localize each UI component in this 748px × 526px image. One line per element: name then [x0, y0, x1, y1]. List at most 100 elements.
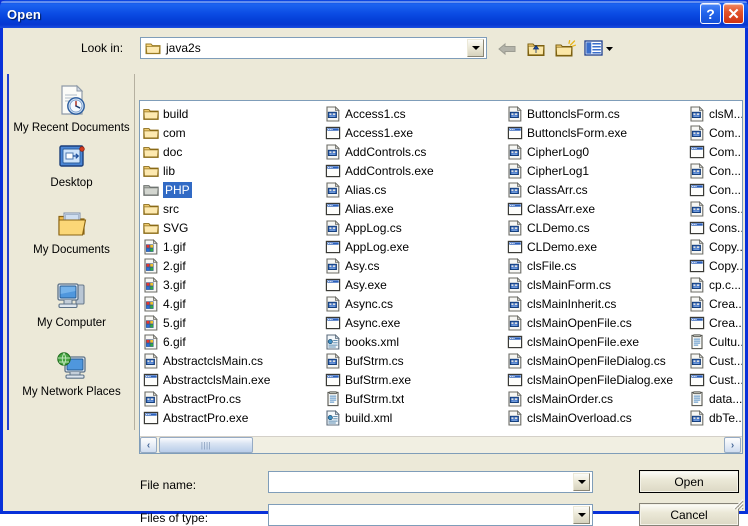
file-list-item[interactable]: Com... — [686, 142, 742, 161]
file-list-item[interactable]: ButtonclsForm.exe — [504, 123, 686, 142]
file-list-item[interactable]: Access1.cs — [322, 104, 504, 123]
file-list-item[interactable]: Crea... — [686, 294, 742, 313]
file-list-item-label: Com... — [709, 125, 743, 140]
file-list-item[interactable]: ClassArr.exe — [504, 199, 686, 218]
filetype-combobox[interactable] — [268, 504, 593, 526]
file-list-item[interactable]: build.xml — [322, 408, 504, 427]
horizontal-scrollbar[interactable]: ‹ |||| › — [140, 436, 742, 453]
file-list-item[interactable]: clsMainOpenFileDialog.cs — [504, 351, 686, 370]
file-list-item[interactable]: Copy... — [686, 237, 742, 256]
file-list-item[interactable]: clsMainOpenFile.exe — [504, 332, 686, 351]
file-list-item[interactable]: 4.gif — [140, 294, 322, 313]
file-list-item[interactable]: Asy.exe — [322, 275, 504, 294]
file-list-item[interactable]: com — [140, 123, 322, 142]
file-list-item[interactable]: Copy... — [686, 256, 742, 275]
new-folder-icon[interactable] — [553, 37, 577, 60]
filename-combobox[interactable] — [268, 471, 593, 493]
file-list-item[interactable]: AddControls.exe — [322, 161, 504, 180]
file-list-item[interactable]: clsMainOrder.cs — [504, 389, 686, 408]
file-list-item[interactable]: 2.gif — [140, 256, 322, 275]
file-list-item[interactable]: Crea... — [686, 313, 742, 332]
file-list-item[interactable]: AbstractclsMain.cs — [140, 351, 322, 370]
file-list-item[interactable]: AppLog.exe — [322, 237, 504, 256]
file-list-item[interactable]: build — [140, 104, 322, 123]
sidebar-item-my-documents[interactable]: My Documents — [9, 204, 134, 257]
cancel-button[interactable]: Cancel — [639, 503, 739, 526]
file-list-item[interactable]: Access1.exe — [322, 123, 504, 142]
scroll-right-icon[interactable]: › — [724, 437, 741, 453]
file-list-item[interactable]: 5.gif — [140, 313, 322, 332]
file-list-item-label: clsMainInherit.cs — [527, 296, 617, 311]
file-list-item[interactable]: Async.cs — [322, 294, 504, 313]
file-list-item[interactable]: Cons... — [686, 218, 742, 237]
file-list-item-label: data... — [709, 391, 743, 406]
file-list-item[interactable]: ClassArr.cs — [504, 180, 686, 199]
open-button[interactable]: Open — [639, 470, 739, 493]
close-icon[interactable]: ✕ — [723, 3, 744, 24]
file-list-item[interactable]: BufStrm.exe — [322, 370, 504, 389]
sidebar-item-desktop[interactable]: Desktop — [9, 137, 134, 190]
file-list-item[interactable]: Cons... — [686, 199, 742, 218]
file-list-item[interactable]: AbstractPro.exe — [140, 408, 322, 427]
file-list-item[interactable]: doc — [140, 142, 322, 161]
scrollbar-thumb[interactable]: |||| — [159, 437, 253, 453]
file-list-item[interactable]: Alias.cs — [322, 180, 504, 199]
file-list-item[interactable]: AbstractclsMain.exe — [140, 370, 322, 389]
lookin-combobox[interactable]: java2s — [140, 37, 487, 59]
help-icon[interactable]: ? — [700, 3, 721, 24]
file-list-item[interactable]: Con... — [686, 180, 742, 199]
file-list-item[interactable]: AddControls.cs — [322, 142, 504, 161]
file-list-item[interactable]: SVG — [140, 218, 322, 237]
file-list-item[interactable]: PHP — [140, 180, 322, 199]
file-list-item[interactable]: Com... — [686, 123, 743, 142]
file-list-item[interactable]: CipherLog1 — [504, 161, 686, 180]
file-list-item[interactable]: cp.c... — [686, 275, 742, 294]
file-list-item[interactable]: clsMainOpenFileDialog.exe — [504, 370, 686, 389]
views-icon[interactable] — [582, 37, 616, 60]
file-list-item[interactable]: lib — [140, 161, 322, 180]
file-list-item[interactable]: Cust... — [686, 370, 742, 389]
file-list-item[interactable]: src — [140, 199, 322, 218]
cs-icon — [507, 390, 523, 407]
file-list-item[interactable]: clsM... — [686, 104, 742, 123]
file-list-item[interactable]: clsMainOpenFile.cs — [504, 313, 686, 332]
chevron-down-icon[interactable] — [467, 39, 484, 57]
file-list-item[interactable]: 3.gif — [140, 275, 322, 294]
up-one-level-icon[interactable] — [524, 37, 548, 60]
file-list-item[interactable]: ButtonclsForm.cs — [504, 104, 686, 123]
file-list-item[interactable]: clsMainInherit.cs — [504, 294, 686, 313]
file-list-item[interactable]: CLDemo.exe — [504, 237, 686, 256]
file-list-item[interactable]: data... — [686, 389, 743, 408]
titlebar[interactable]: Open ? ✕ — [0, 0, 748, 28]
sidebar-item-my-recent-documents[interactable]: My Recent Documents — [9, 78, 134, 135]
sidebar-item-my-network-places[interactable]: My Network Places — [9, 346, 134, 399]
file-list-item[interactable]: clsFile.cs — [504, 256, 686, 275]
file-list-view[interactable]: build com doc lib PHP src SVG 1.gif 2.gi… — [139, 100, 743, 454]
file-list-item[interactable]: Con... — [686, 161, 742, 180]
file-list-item[interactable]: BufStrm.cs — [322, 351, 504, 370]
file-list-item[interactable]: Cultu... — [686, 332, 742, 351]
file-list-item[interactable]: Alias.exe — [322, 199, 504, 218]
resize-grip[interactable] — [731, 497, 744, 510]
file-list-item[interactable]: 6.gif — [140, 332, 322, 351]
file-list-item[interactable]: CLDemo.cs — [504, 218, 686, 237]
file-list-item-label: AbstractPro.exe — [163, 410, 249, 425]
file-list-item[interactable]: CipherLog0 — [504, 142, 686, 161]
file-list-item[interactable]: Cust... — [686, 351, 742, 370]
sidebar-item-my-computer[interactable]: My Computer — [9, 275, 134, 330]
file-list-item[interactable]: books.xml — [322, 332, 504, 351]
file-list-item[interactable]: AppLog.cs — [322, 218, 504, 237]
file-list-item[interactable]: BufStrm.txt — [322, 389, 504, 408]
file-list-item[interactable]: 1.gif — [140, 237, 322, 256]
back-icon[interactable] — [495, 37, 519, 60]
file-list-item[interactable]: AbstractPro.cs — [140, 389, 322, 408]
file-list-item[interactable]: clsMainForm.cs — [504, 275, 686, 294]
scrollbar-track[interactable] — [253, 437, 742, 454]
chevron-down-icon[interactable] — [573, 506, 590, 524]
file-list-item[interactable]: Async.exe — [322, 313, 504, 332]
file-list-item[interactable]: clsMainOverload.cs — [504, 408, 686, 427]
scroll-left-icon[interactable]: ‹ — [140, 437, 157, 453]
file-list-item[interactable]: dbTe... — [686, 408, 742, 427]
file-list-item[interactable]: Asy.cs — [322, 256, 504, 275]
chevron-down-icon[interactable] — [573, 473, 590, 491]
